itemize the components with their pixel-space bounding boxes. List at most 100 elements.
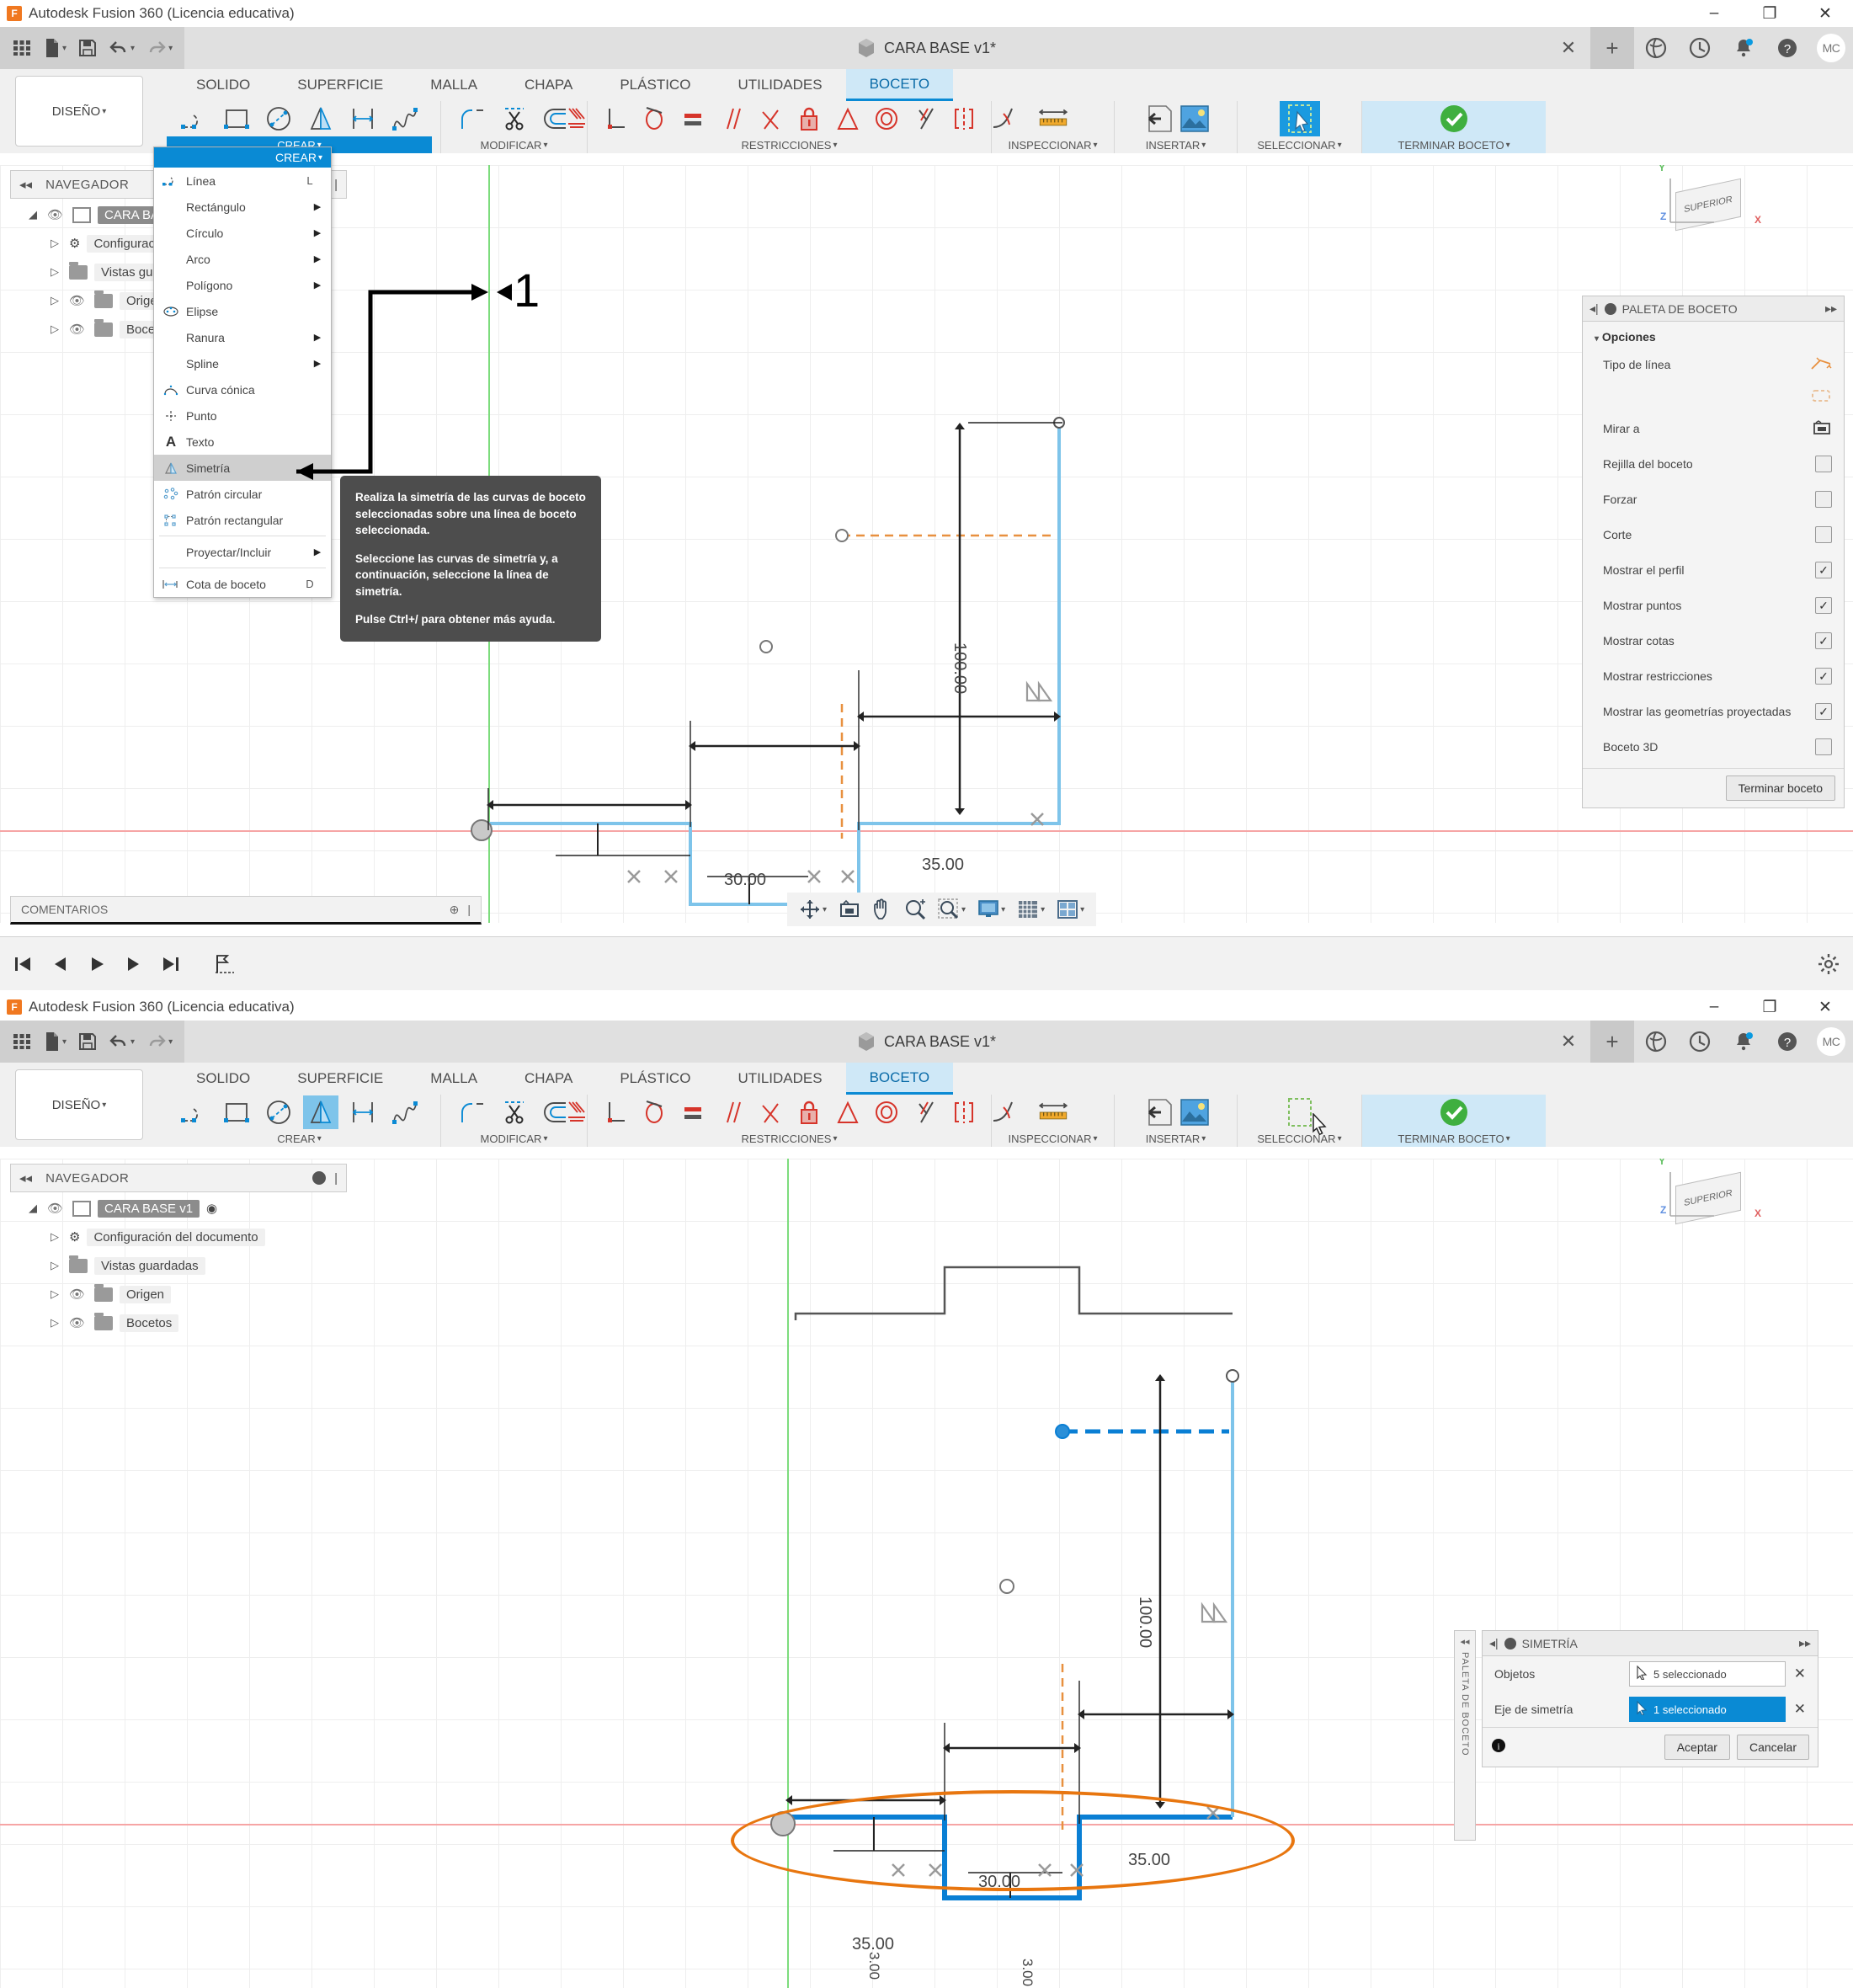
panel-terminar-label-bottom[interactable]: TERMINAR BOCETO ▾ [1371, 1130, 1537, 1147]
help-icon-bottom[interactable]: ? [1765, 1021, 1809, 1063]
menu-item-simetria[interactable]: Simetría [154, 455, 331, 481]
panel-inspeccionar-label-bottom[interactable]: INSPECCIONAR ▾ [1000, 1130, 1105, 1147]
tab-chapa[interactable]: CHAPA [501, 69, 596, 101]
menu-item-circulo[interactable]: Círculo ▶ [154, 220, 331, 246]
menu-item-texto[interactable]: A Texto [154, 429, 331, 455]
new-document-button-bottom[interactable]: + [1590, 1021, 1634, 1063]
tree-label-origen-bottom[interactable]: Origen [120, 1286, 171, 1303]
menu-item-curva-conica[interactable]: Curva cónica [154, 376, 331, 402]
tree-expander-origen-icon-bottom[interactable]: ▷ [47, 1287, 62, 1301]
palette-row-boceto-3d[interactable]: Boceto 3D [1583, 729, 1844, 765]
grid-snap-caret-icon-top[interactable]: ▾ [1041, 905, 1045, 914]
undo-icon-bottom[interactable]: ▾ [109, 1032, 135, 1051]
options-section-header[interactable]: ▾ Opciones [1583, 327, 1844, 347]
tab-solido-bottom[interactable]: SOLIDO [173, 1063, 274, 1095]
orbit-icon-top[interactable]: ▾ [799, 898, 827, 920]
checkbox-geometrias-proyectadas[interactable]: ✓ [1815, 703, 1832, 720]
finish-sketch-check-icon[interactable] [1436, 102, 1472, 136]
apps-grid-icon-bottom[interactable] [12, 1031, 32, 1052]
job-status-icon[interactable] [1678, 27, 1722, 69]
tree-row-bocetos-bottom[interactable]: ▷ 👁 Bocetos [25, 1308, 265, 1337]
maximize-button[interactable]: ❐ [1742, 0, 1797, 27]
new-file-caret-icon-bottom[interactable]: ▾ [62, 1037, 67, 1047]
constraint-collinear-icon[interactable] [908, 102, 943, 136]
dimension-35-right-top[interactable]: 35.00 [922, 855, 964, 875]
palette-row-mostrar-perfil[interactable]: Mostrar el perfil ✓ [1583, 552, 1844, 588]
navigator-collapse-icon[interactable]: ◂◂ [19, 177, 32, 192]
job-status-icon-bottom[interactable] [1678, 1021, 1722, 1063]
tree-label-bocetos-bottom[interactable]: Bocetos [120, 1314, 178, 1332]
tree-row-cara-base-bottom[interactable]: ◢ 👁 CARA BASE v1 ◉ [25, 1194, 265, 1223]
tree-expander-icon-bottom[interactable]: ◢ [25, 1202, 40, 1215]
menu-item-elipse[interactable]: Elipse [154, 298, 331, 324]
checkbox-mostrar-cotas[interactable]: ✓ [1815, 632, 1832, 649]
tree-row-vistas-bottom[interactable]: ▷ Vistas guardadas [25, 1251, 265, 1280]
sketch-palette-collapsed-tab[interactable]: ◂◂ PALETA DE BOCETO [1454, 1630, 1476, 1841]
insert-canvas-icon-bottom[interactable] [1177, 1095, 1212, 1129]
display-settings-icon-top[interactable]: ▾ [977, 899, 1005, 919]
select-tool-icon[interactable] [1280, 101, 1320, 136]
visibility-eye-bocetos-icon[interactable]: 👁 [69, 322, 88, 337]
constraint-tangent-icon[interactable] [636, 102, 672, 136]
aceptar-button[interactable]: Aceptar [1664, 1735, 1730, 1760]
zoom-window-icon-top[interactable]: ▾ [938, 898, 966, 920]
constraint-fix-icon[interactable] [791, 102, 827, 136]
spline-tool-icon-bottom[interactable] [387, 1095, 423, 1129]
redo-icon-bottom[interactable]: ▾ [146, 1032, 173, 1051]
close-document-button[interactable]: ✕ [1547, 27, 1590, 69]
panel-seleccionar-label-bottom[interactable]: SELECCIONAR ▾ [1246, 1130, 1353, 1147]
constraint-coincident-icon-bottom[interactable] [559, 1095, 594, 1129]
constraint-angle-icon[interactable] [753, 102, 788, 136]
checkbox-forzar[interactable] [1815, 491, 1832, 508]
save-icon-bottom[interactable] [78, 1032, 97, 1051]
construction-line-icon[interactable] [1810, 387, 1832, 407]
panel-terminar-label[interactable]: TERMINAR BOCETO ▾ [1371, 136, 1537, 153]
cancelar-button[interactable]: Cancelar [1737, 1735, 1809, 1760]
viewcube-top[interactable]: SUPERIOR Y X Z [1664, 173, 1765, 249]
palette-row-mostrar-restricciones[interactable]: Mostrar restricciones ✓ [1583, 658, 1844, 694]
tab-boceto[interactable]: BOCETO [846, 69, 953, 101]
insert-derive-icon[interactable] [1140, 102, 1175, 136]
navigator-dock-icon[interactable]: | [334, 178, 338, 192]
dimension-30-top[interactable]: 30.00 [724, 871, 766, 890]
tab-boceto-bottom[interactable]: BOCETO [846, 1063, 953, 1095]
palette-dock-left-icon[interactable]: ◂| [1589, 301, 1599, 316]
skip-end-icon-top[interactable] [162, 956, 180, 973]
tree-expander-bocetos-icon[interactable]: ▷ [47, 322, 62, 336]
fillet-tool-icon-bottom[interactable] [455, 1095, 490, 1129]
redo-icon[interactable]: ▾ [146, 39, 173, 57]
data-panel-icon-bottom[interactable] [1634, 1021, 1678, 1063]
dimension-3-mid-bottom[interactable]: 3.00 [1019, 1959, 1036, 1986]
menu-item-spline[interactable]: Spline ▶ [154, 350, 331, 376]
constraint-midpoint-icon[interactable] [946, 102, 982, 136]
tab-plastico[interactable]: PLÁSTICO [596, 69, 714, 101]
panel-inspeccionar-label[interactable]: INSPECCIONAR ▾ [1000, 136, 1105, 153]
dimension-100-bottom[interactable]: 100.00 [1135, 1596, 1154, 1648]
constraint-parallel-icon[interactable] [714, 102, 749, 136]
line-type-icon[interactable] [1810, 355, 1832, 375]
tree-expander-vistas-icon-bottom[interactable]: ▷ [47, 1259, 62, 1272]
visibility-eye-bocetos-icon-bottom[interactable]: 👁 [69, 1315, 88, 1330]
panel-modificar-label[interactable]: MODIFICAR ▾ [450, 136, 578, 153]
menu-item-proyectar-incluir[interactable]: Proyectar/Incluir ▶ [154, 539, 331, 565]
data-panel-icon[interactable] [1634, 27, 1678, 69]
viewports-caret-icon-top[interactable]: ▾ [1080, 905, 1084, 914]
mirror-tool-icon[interactable] [303, 102, 338, 136]
undo-icon[interactable]: ▾ [109, 39, 135, 57]
orbit-caret-icon-top[interactable]: ▾ [823, 905, 827, 914]
timeline-marker-icon-top[interactable] [214, 953, 236, 975]
trim-tool-icon[interactable] [497, 102, 532, 136]
circle-tool-icon[interactable] [261, 102, 296, 136]
notifications-bell-icon[interactable] [1722, 27, 1765, 69]
spline-tool-icon[interactable] [387, 102, 423, 136]
menu-item-linea[interactable]: Línea L [154, 168, 331, 194]
step-forward-icon-top[interactable] [125, 956, 143, 973]
notifications-bell-icon-bottom[interactable] [1722, 1021, 1765, 1063]
pan-viewport-icon-top[interactable] [839, 899, 860, 919]
palette-row-mostrar-puntos[interactable]: Mostrar puntos ✓ [1583, 588, 1844, 623]
comments-expand-icon-top[interactable]: ⊕ [450, 903, 460, 917]
skip-start-icon-top[interactable] [13, 956, 32, 973]
new-file-caret-icon[interactable]: ▾ [62, 44, 67, 53]
viewports-icon-top[interactable]: ▾ [1057, 899, 1084, 919]
tab-superficie[interactable]: SUPERFICIE [274, 69, 407, 101]
